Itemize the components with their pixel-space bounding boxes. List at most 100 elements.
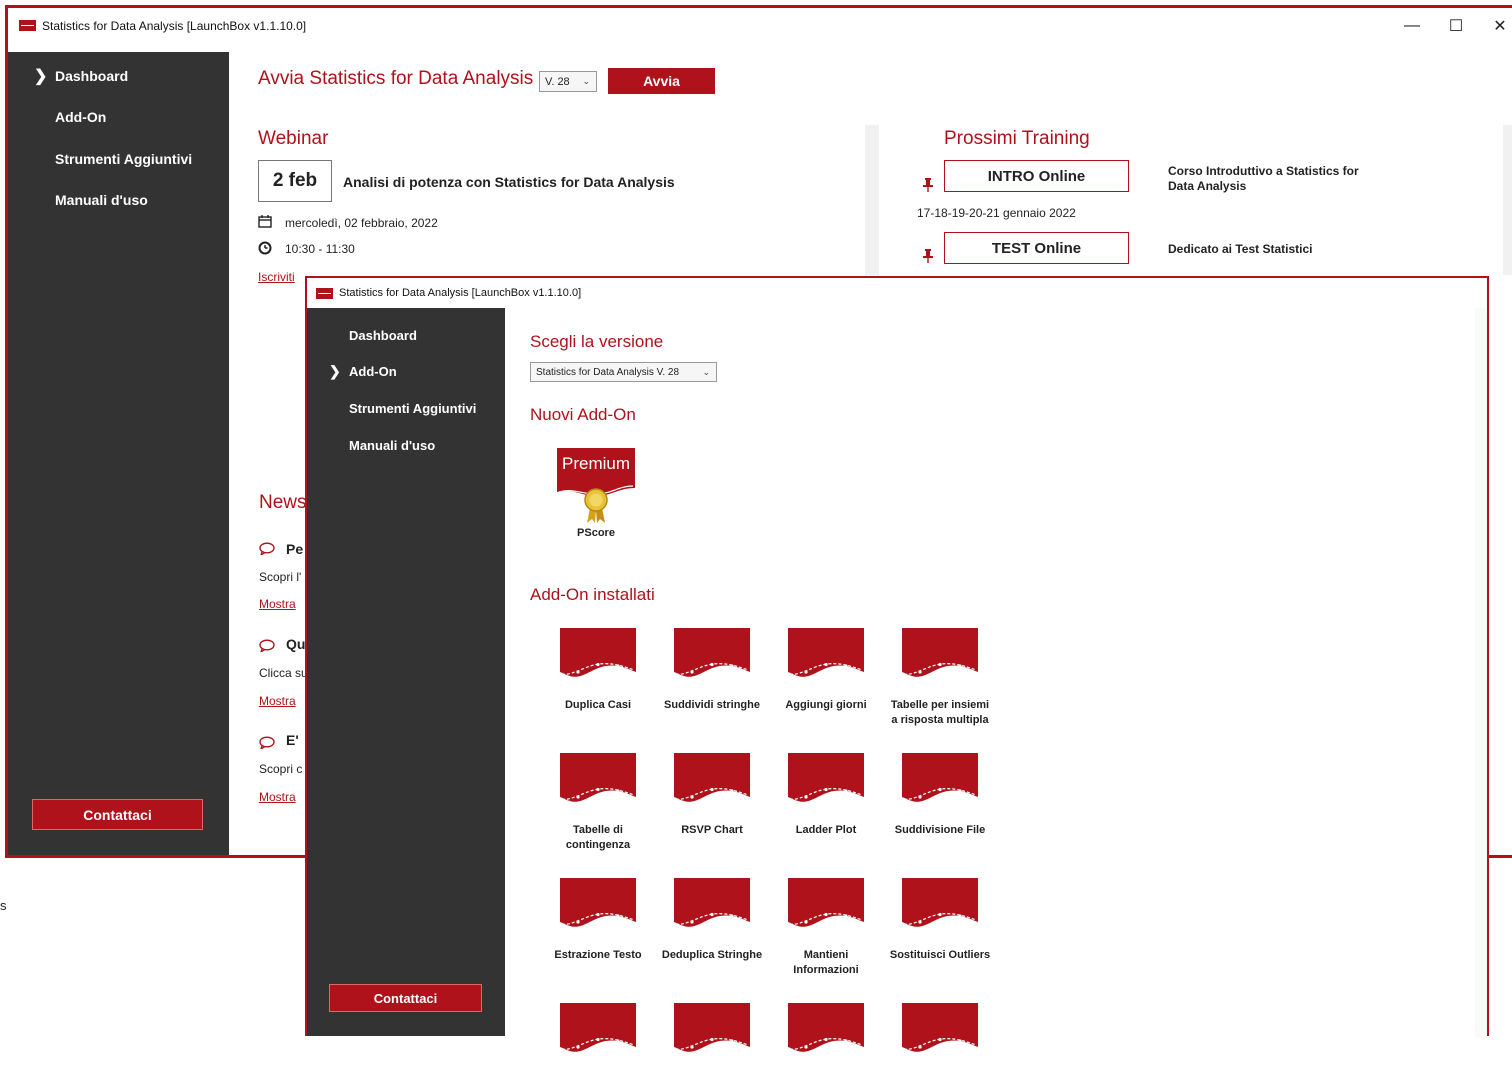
clock-icon <box>258 241 272 255</box>
window-title: Statistics for Data Analysis [LaunchBox … <box>339 287 582 299</box>
addon-scrollbar[interactable] <box>1475 308 1487 1038</box>
addon-tile-icon <box>560 753 636 802</box>
app-logo-icon <box>316 287 333 299</box>
addon-tile-label: PScore <box>577 527 615 539</box>
calendar-icon <box>258 215 272 228</box>
addon-tile-icon <box>788 628 864 677</box>
addon-tile[interactable]: Ladder Plot <box>769 753 883 838</box>
chevron-right-icon: ❯ <box>329 362 341 379</box>
addon-tile-label: Aggiungi giorni <box>785 699 867 711</box>
addon-tile-label: Ladder Plot <box>795 824 857 836</box>
sidebar: Dashboard ❯ Add-On Strumenti Aggiuntivi … <box>307 308 505 1036</box>
version-heading: Scegli la versione <box>530 332 664 351</box>
addon-tile[interactable]: RSVP Chart <box>655 753 769 838</box>
news-item-title: Qu <box>286 636 306 652</box>
addon-tile[interactable]: Aggiungi giorni <box>769 628 883 713</box>
premium-banner-label: Premium <box>561 454 630 473</box>
sidebar-item-add-on[interactable]: ❯ Add-On <box>307 360 505 382</box>
new-addons-heading: Nuovi Add-On <box>530 405 636 424</box>
addon-tile[interactable]: Mantieni Informazioni <box>769 878 883 978</box>
window-title: Statistics for Data Analysis [LaunchBox … <box>42 18 307 33</box>
comment-icon <box>259 639 275 652</box>
addon-tile-icon <box>902 628 978 677</box>
addon-tile[interactable]: Deduplica Stringhe <box>655 878 769 963</box>
addon-tile[interactable] <box>769 1003 883 1073</box>
maximize-icon[interactable]: ☐ <box>1434 8 1478 43</box>
installed-addons-heading: Add-On installati <box>530 585 655 604</box>
pin-icon <box>923 249 933 263</box>
webinar-register-link[interactable]: Iscriviti <box>258 270 295 284</box>
addon-tile-icon <box>788 1003 864 1052</box>
addon-tile-pscore[interactable]: Premium PScore <box>539 448 653 541</box>
addon-tile-icon <box>560 878 636 927</box>
webinar-scrollbar[interactable] <box>865 125 879 275</box>
background-text-fragment: s <box>0 898 7 913</box>
news-item-text: Clicca su <box>259 666 308 680</box>
training-heading: Prossimi Training <box>944 128 1090 149</box>
minimize-icon[interactable]: — <box>1390 8 1434 43</box>
addon-tile-label: Estrazione Testo <box>554 949 642 961</box>
sidebar-item-strumenti[interactable]: Strumenti Aggiuntivi <box>8 147 229 171</box>
webinar-title: Analisi di potenza con Statistics for Da… <box>343 174 675 190</box>
sidebar-item-strumenti[interactable]: Strumenti Aggiuntivi <box>307 397 505 419</box>
news-item-title: E' <box>286 732 299 748</box>
news-show-more-link[interactable]: Mostra <box>259 597 296 611</box>
training-test-desc: Dedicato ai Test Statistici <box>1168 242 1313 256</box>
training-intro-desc: Corso Introduttivo a Statistics for Data… <box>1168 164 1359 193</box>
sidebar-item-manuali[interactable]: Manuali d'uso <box>307 434 505 456</box>
addon-tile-label: Tabelle per insiemi a risposta multipla <box>890 699 990 726</box>
news-heading: News <box>259 492 307 513</box>
sidebar-item-dashboard[interactable]: Dashboard <box>307 324 505 346</box>
addon-tile-icon <box>788 753 864 802</box>
training-intro-button[interactable]: INTRO Online <box>944 160 1129 192</box>
addon-tile[interactable]: Suddividi stringhe <box>655 628 769 713</box>
addon-tile-icon <box>674 753 750 802</box>
product-version-select[interactable]: Statistics for Data Analysis V. 28 ⌄ <box>530 362 717 382</box>
sidebar-item-dashboard[interactable]: ❯ Dashboard <box>8 64 229 88</box>
addon-tile-icon <box>560 1003 636 1052</box>
sidebar-item-manuali[interactable]: Manuali d'uso <box>8 188 229 212</box>
webinar-time: 10:30 - 11:30 <box>285 242 355 256</box>
comment-icon <box>259 736 275 749</box>
addon-tile-icon <box>902 878 978 927</box>
news-show-more-link[interactable]: Mostra <box>259 790 296 804</box>
news-item-text: Scopri l' <box>259 570 302 584</box>
comment-icon <box>259 542 275 555</box>
sidebar: ❯ Dashboard Add-On Strumenti Aggiuntivi … <box>8 52 229 855</box>
addon-tile[interactable] <box>655 1003 769 1073</box>
addon-tile-icon <box>674 628 750 677</box>
addon-tile-icon <box>902 1003 978 1052</box>
webinar-heading: Webinar <box>258 128 329 149</box>
sidebar-item-add-on[interactable]: Add-On <box>8 105 229 129</box>
contact-button[interactable]: Contattaci <box>32 799 203 830</box>
title-bar[interactable]: Statistics for Data Analysis [LaunchBox … <box>8 8 1512 43</box>
addon-tile-label: Suddivisione File <box>894 824 986 836</box>
webinar-date-badge: 2 feb <box>258 160 332 202</box>
training-test-button[interactable]: TEST Online <box>944 232 1129 264</box>
addon-tile[interactable]: Tabelle per insiemi a risposta multipla <box>883 628 997 728</box>
training-scrollbar[interactable] <box>1503 125 1512 275</box>
chevron-right-icon: ❯ <box>34 68 48 85</box>
news-show-more-link[interactable]: Mostra <box>259 694 296 708</box>
contact-button[interactable]: Contattaci <box>329 984 482 1012</box>
addon-tile-label: Mantieni Informazioni <box>793 949 859 976</box>
addon-tile[interactable]: Tabelle di contingenza <box>541 753 655 853</box>
addon-tile[interactable] <box>541 1003 655 1073</box>
title-bar[interactable]: Statistics for Data Analysis [LaunchBox … <box>307 278 1487 308</box>
addon-tile[interactable]: Estrazione Testo <box>541 878 655 963</box>
addon-tile-icon <box>560 628 636 677</box>
launch-title: Avvia Statistics for Data Analysis <box>258 68 534 89</box>
addon-tile-label: Sostituisci Outliers <box>889 949 991 961</box>
pin-icon <box>923 178 933 192</box>
addon-tile-icon <box>674 1003 750 1052</box>
version-select[interactable]: V. 28 ⌄ <box>539 71 597 92</box>
addon-tile[interactable]: Suddivisione File <box>883 753 997 838</box>
addon-tile[interactable] <box>883 1003 997 1073</box>
news-item-text: Scopri c <box>259 762 303 776</box>
close-icon[interactable]: ✕ <box>1478 8 1512 43</box>
addon-tile-label: Tabelle di contingenza <box>565 824 631 851</box>
medal-icon <box>584 488 608 523</box>
addon-tile[interactable]: Sostituisci Outliers <box>883 878 997 963</box>
addon-tile[interactable]: Duplica Casi <box>541 628 655 713</box>
launch-button[interactable]: Avvia <box>608 68 715 94</box>
